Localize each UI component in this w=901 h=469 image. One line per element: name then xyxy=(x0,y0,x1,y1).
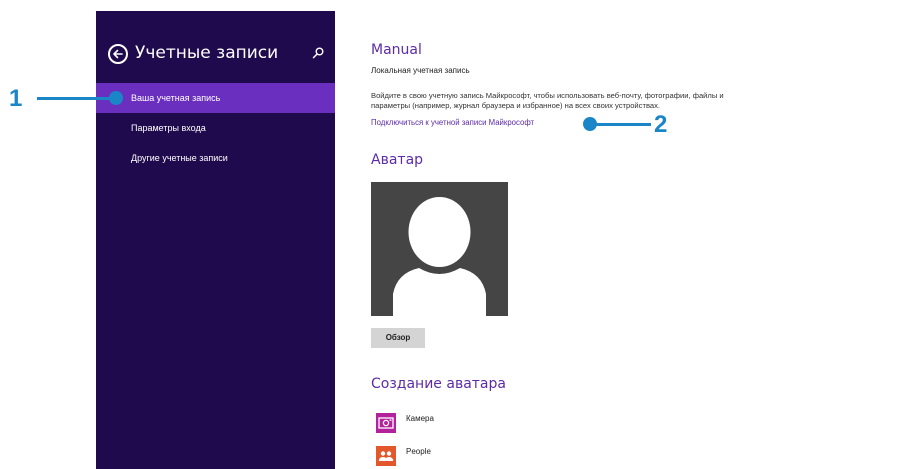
nav-item-label: Параметры входа xyxy=(131,123,206,133)
people-icon xyxy=(376,446,396,466)
nav-item-your-account[interactable]: Ваша учетная запись xyxy=(96,83,335,113)
nav-header: Учетные записи xyxy=(96,41,335,67)
nav-item-other-accounts[interactable]: Другие учетные записи xyxy=(96,143,335,173)
create-avatar-section-title: Создание аватара xyxy=(371,376,506,392)
account-description: Войдите в свою учетную запись Майкрософт… xyxy=(371,91,724,110)
callout-number-2: 2 xyxy=(654,111,668,138)
account-type: Локальная учетная запись xyxy=(371,66,470,75)
account-name: Manual xyxy=(371,42,422,58)
back-arrow-icon xyxy=(113,49,123,59)
nav-item-label: Другие учетные записи xyxy=(131,153,228,163)
nav-title: Учетные записи xyxy=(135,43,279,63)
callout-line-1 xyxy=(37,97,117,100)
connect-microsoft-account-link[interactable]: Подключиться к учетной записи Майкрософт xyxy=(371,118,534,127)
browse-button[interactable]: Обзор xyxy=(371,328,425,348)
user-silhouette-icon xyxy=(393,197,486,316)
callout-number-1: 1 xyxy=(9,85,23,112)
callout-marker-1 xyxy=(109,91,123,105)
account-content: Manual Локальная учетная запись Войдите … xyxy=(371,0,891,469)
avatar-image xyxy=(371,182,508,316)
nav-item-sign-in-options[interactable]: Параметры входа xyxy=(96,113,335,143)
callout-line-2 xyxy=(591,123,651,126)
navigation-pane: Учетные записи Ваша учетная запись Парам… xyxy=(96,11,335,469)
camera-icon xyxy=(376,413,396,433)
app-label: People xyxy=(406,447,431,456)
nav-item-label: Ваша учетная запись xyxy=(131,93,221,103)
back-button[interactable] xyxy=(108,44,128,64)
app-label: Камера xyxy=(406,414,434,423)
avatar-section-title: Аватар xyxy=(371,152,424,168)
search-icon[interactable] xyxy=(311,46,325,60)
